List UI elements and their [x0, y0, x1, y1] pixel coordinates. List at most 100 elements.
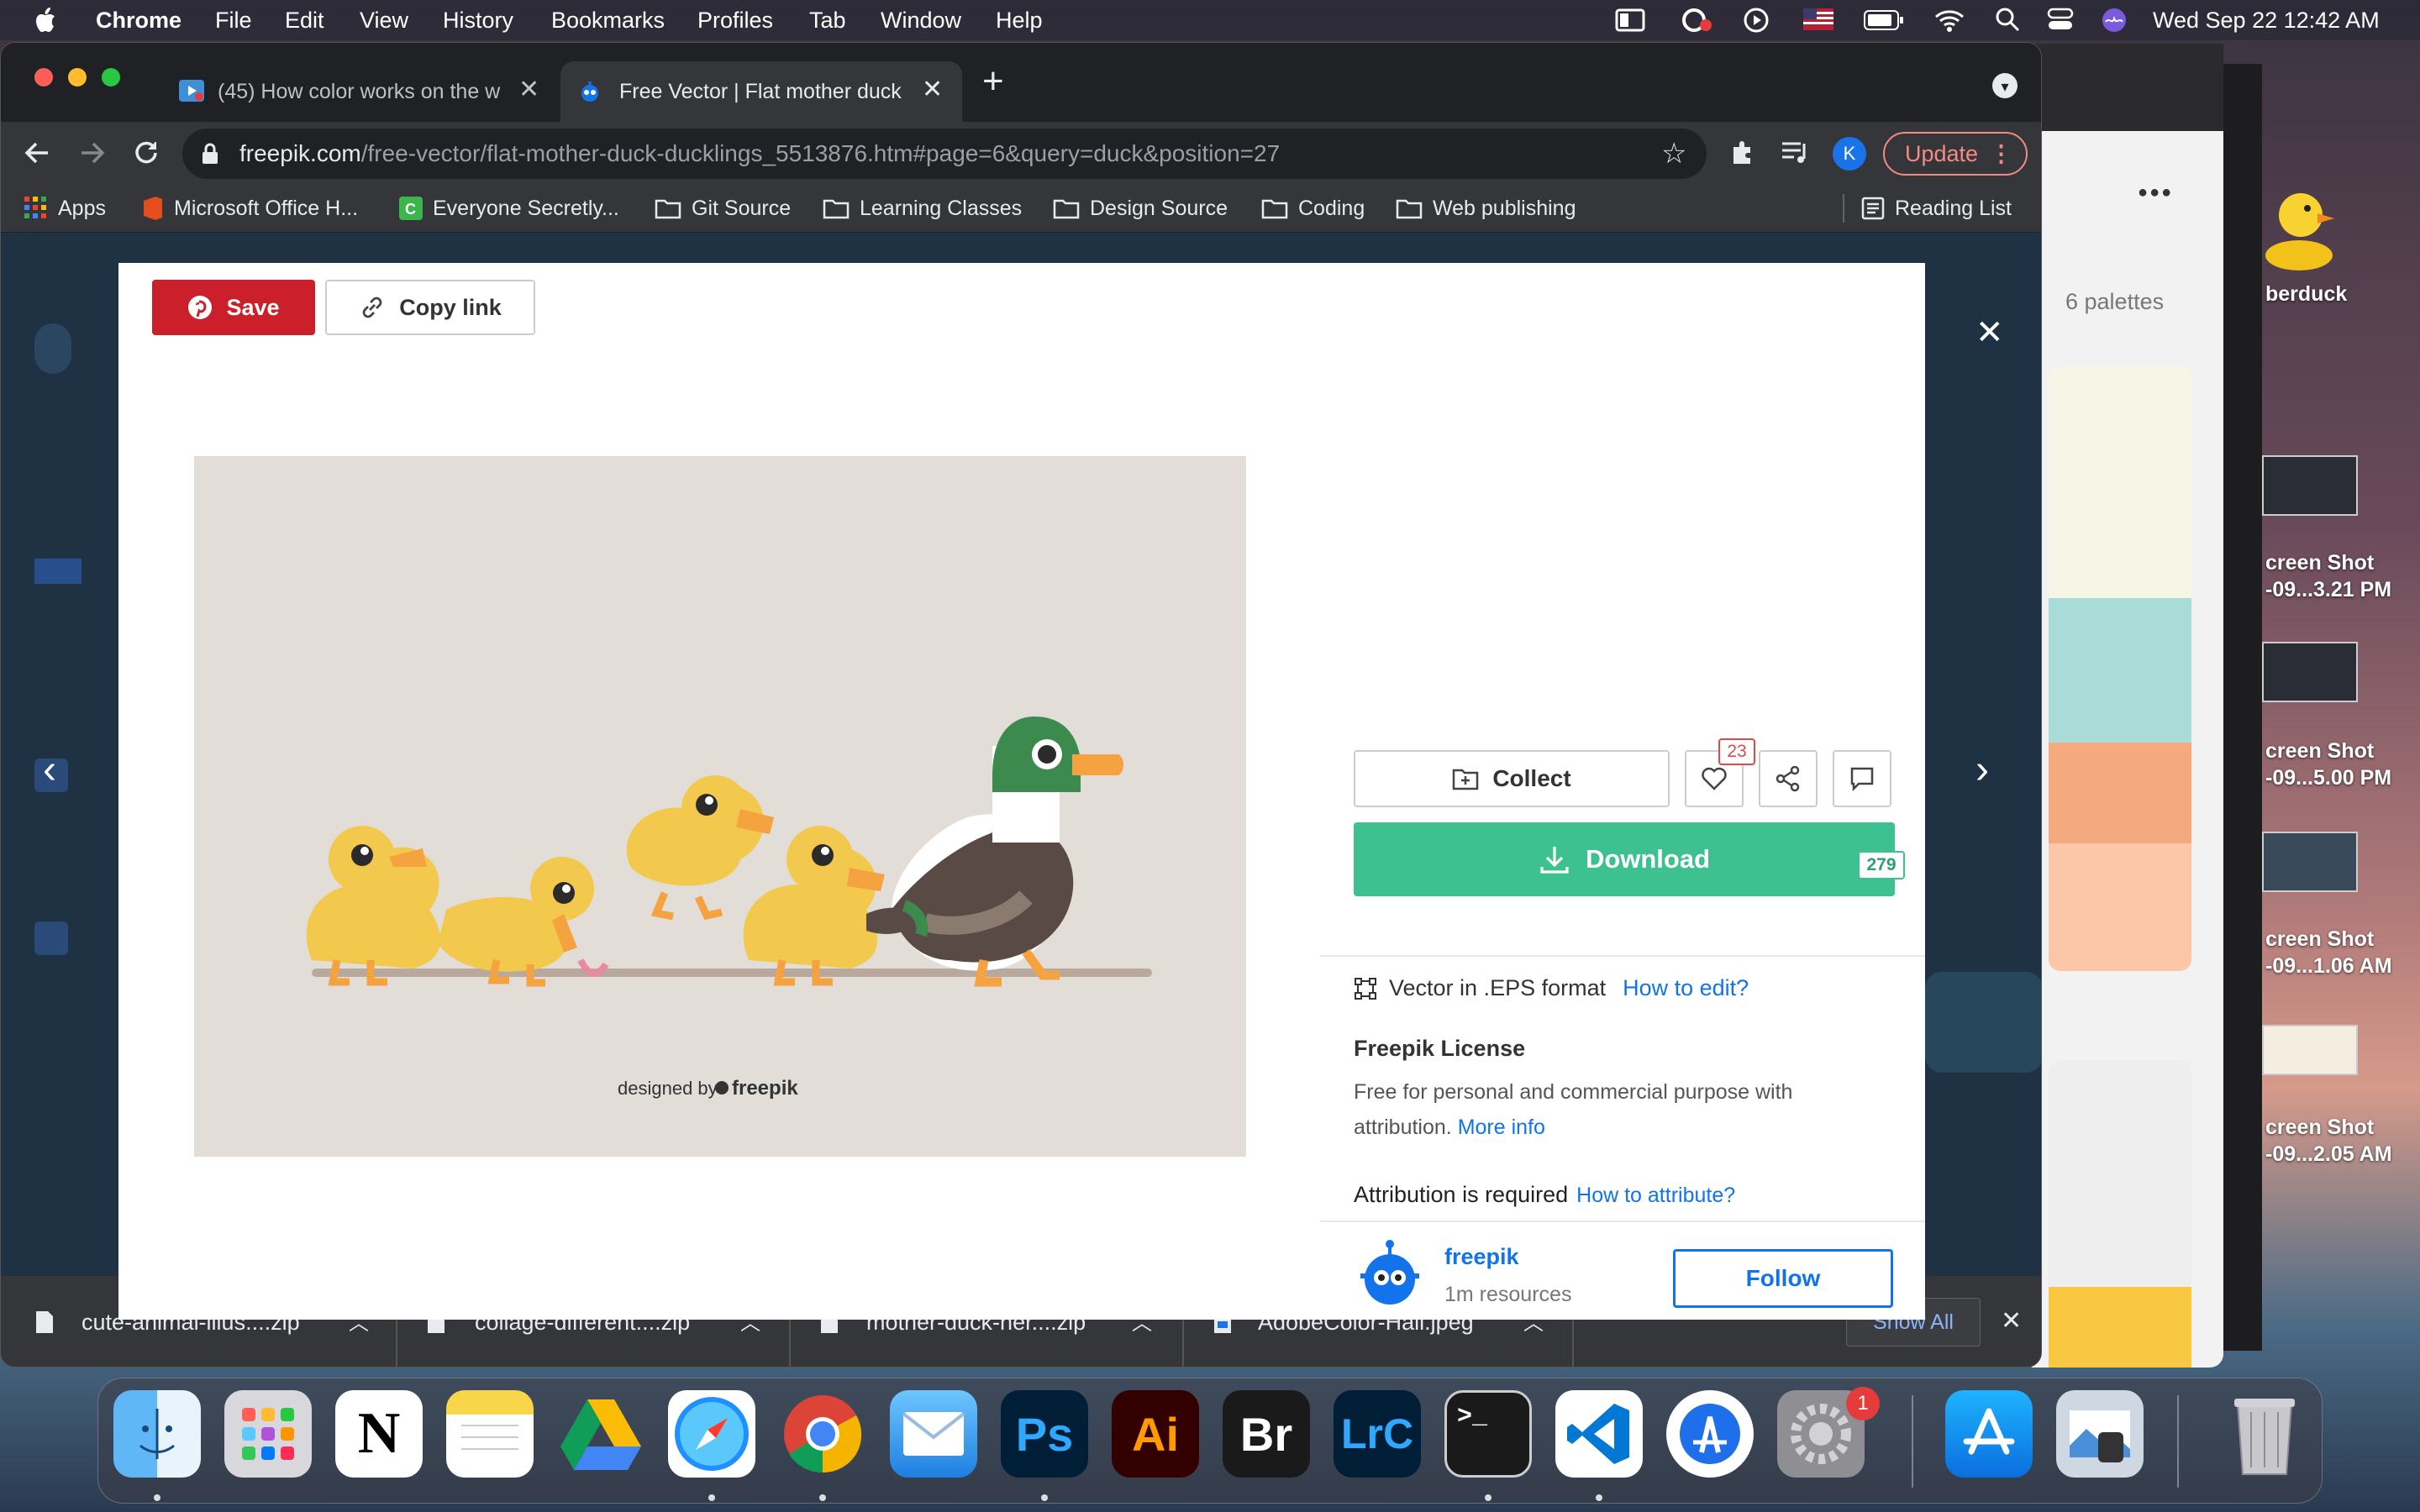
screenshot-thumb[interactable]: [2262, 642, 2358, 702]
bookmark-git-source[interactable]: Git Source: [655, 194, 791, 223]
screenshot-thumb[interactable]: [2262, 832, 2358, 892]
author-avatar[interactable]: [1354, 1239, 1426, 1315]
extensions-puzzle-icon[interactable]: [1728, 139, 1757, 167]
control-center-icon[interactable]: [2047, 7, 2074, 32]
instruments-app-icon[interactable]: [1666, 1390, 1754, 1478]
kebab-menu-icon[interactable]: ⋮: [1990, 134, 2012, 174]
palette-card[interactable]: [2049, 1060, 2191, 1312]
screenshot-thumb[interactable]: [2262, 1025, 2358, 1075]
chrome-app-icon[interactable]: [779, 1390, 866, 1478]
wifi-icon[interactable]: [1934, 8, 1965, 32]
creative-cloud-icon[interactable]: [1681, 7, 1714, 34]
illustrator-app-icon[interactable]: Ai: [1112, 1390, 1199, 1478]
media-queue-icon[interactable]: [1781, 139, 1811, 167]
color-palette[interactable]: [2049, 366, 2191, 971]
notion-app-icon[interactable]: N: [335, 1390, 423, 1478]
play-icon[interactable]: [1743, 7, 1770, 34]
siri-icon[interactable]: [2101, 7, 2128, 34]
apple-icon[interactable]: [34, 7, 57, 34]
reload-icon[interactable]: [132, 139, 160, 167]
swatch: [2049, 743, 2191, 843]
how-to-edit-link[interactable]: How to edit?: [1623, 975, 1749, 1001]
copy-link-button[interactable]: Copy link: [325, 280, 535, 335]
menu-chrome[interactable]: Chrome: [96, 6, 182, 34]
mail-app-icon[interactable]: [890, 1390, 977, 1478]
url-text[interactable]: freepik.com/free-vector/flat-mother-duck…: [239, 140, 1601, 167]
rubber-duck-file-icon[interactable]: [2262, 165, 2336, 274]
close-tab-icon[interactable]: ✕: [518, 75, 539, 104]
bookmark-star-icon[interactable]: ☆: [1661, 137, 1686, 171]
close-downloads-icon[interactable]: ✕: [2001, 1306, 2022, 1336]
menubar-clock[interactable]: Wed Sep 22 12:42 AM: [2153, 6, 2380, 34]
notes-app-icon[interactable]: [446, 1390, 534, 1478]
close-tab-icon[interactable]: ✕: [922, 75, 943, 104]
bookmark-label: Everyone Secretly...: [433, 197, 619, 220]
menu-window[interactable]: Window: [881, 6, 961, 34]
bookmark-coding[interactable]: Coding: [1261, 194, 1365, 223]
update-button[interactable]: Update ⋮: [1883, 132, 2028, 176]
menu-history[interactable]: History: [443, 6, 513, 34]
collect-button[interactable]: Collect: [1354, 750, 1670, 807]
lightroom-classic-app-icon[interactable]: LrC: [1334, 1390, 1421, 1478]
rubber-duck-label[interactable]: berduck: [2265, 281, 2347, 307]
launchpad-app-icon[interactable]: [224, 1390, 312, 1478]
lock-icon[interactable]: [201, 142, 219, 165]
photoshop-app-icon[interactable]: Ps: [1001, 1390, 1088, 1478]
tab-freepik[interactable]: Free Vector | Flat mother duck ✕: [560, 61, 962, 123]
reading-list[interactable]: Reading List: [1861, 194, 2012, 223]
more-icon[interactable]: ●●●: [2138, 183, 2173, 202]
bridge-app-icon[interactable]: Br: [1223, 1390, 1310, 1478]
pinterest-save-button[interactable]: Save: [152, 280, 315, 335]
comment-button[interactable]: [1833, 750, 1891, 807]
safari-app-icon[interactable]: [668, 1390, 755, 1478]
menu-tab[interactable]: Tab: [809, 6, 846, 34]
screenshot-thumb[interactable]: [2262, 455, 2358, 516]
bookmark-everyone-secretly[interactable]: C Everyone Secretly...: [399, 194, 619, 223]
terminal-app-icon[interactable]: >_: [1444, 1390, 1532, 1478]
background-window-toolbar: [2032, 44, 2223, 131]
back-arrow-icon[interactable]: [23, 139, 51, 167]
tab-youtube[interactable]: (45) How color works on the w ✕: [166, 61, 559, 123]
menu-bookmarks[interactable]: Bookmarks: [551, 6, 665, 34]
zoom-window-button[interactable]: [102, 68, 120, 87]
bookmark-design-source[interactable]: Design Source: [1053, 194, 1228, 223]
profile-avatar[interactable]: K: [1833, 137, 1866, 171]
window-icon[interactable]: [1615, 8, 1645, 32]
battery-icon[interactable]: [1864, 10, 1904, 30]
forward-arrow-icon[interactable]: [78, 139, 107, 167]
bookmark-office[interactable]: Microsoft Office H...: [142, 194, 358, 223]
download-button[interactable]: Download: [1354, 822, 1895, 896]
tab-search-icon[interactable]: ▾: [1992, 73, 2018, 98]
menu-file[interactable]: File: [215, 6, 252, 34]
search-icon[interactable]: [1995, 7, 2020, 32]
minimize-window-button[interactable]: [68, 68, 87, 87]
follow-button[interactable]: Follow: [1673, 1249, 1893, 1308]
trash-icon[interactable]: [2221, 1390, 2308, 1478]
vscode-app-icon[interactable]: [1555, 1390, 1643, 1478]
menu-profiles[interactable]: Profiles: [697, 6, 773, 34]
bookmark-learning-classes[interactable]: Learning Classes: [823, 194, 1022, 223]
menu-help[interactable]: Help: [996, 6, 1043, 34]
finder-app-icon[interactable]: [113, 1390, 201, 1478]
more-info-link[interactable]: More info: [1458, 1116, 1545, 1139]
previous-arrow-icon[interactable]: ‹: [43, 747, 56, 793]
app-store-app-icon[interactable]: [1945, 1390, 2033, 1478]
bookmark-label: Learning Classes: [860, 197, 1023, 220]
next-arrow-icon[interactable]: ›: [1975, 747, 1989, 793]
us-flag-icon[interactable]: [1803, 8, 1833, 30]
bookmark-web-publishing[interactable]: Web publishing: [1396, 194, 1576, 223]
close-window-button[interactable]: [34, 68, 53, 87]
divider: [1320, 1221, 1925, 1222]
author-name[interactable]: freepik: [1444, 1244, 1519, 1270]
google-drive-app-icon[interactable]: [557, 1390, 644, 1478]
close-modal-icon[interactable]: ✕: [1975, 313, 2004, 352]
menu-view[interactable]: View: [360, 6, 408, 34]
menu-edit[interactable]: Edit: [285, 6, 324, 34]
preview-app-icon[interactable]: [2056, 1390, 2144, 1478]
how-to-attribute-link[interactable]: How to attribute?: [1576, 1184, 1735, 1208]
new-tab-button[interactable]: +: [982, 63, 1004, 100]
preview-image[interactable]: designed by freepik: [194, 456, 1246, 1157]
bookmark-apps[interactable]: Apps: [24, 194, 106, 223]
address-bar[interactable]: freepik.com/free-vector/flat-mother-duck…: [182, 129, 1707, 179]
share-button[interactable]: [1759, 750, 1818, 807]
